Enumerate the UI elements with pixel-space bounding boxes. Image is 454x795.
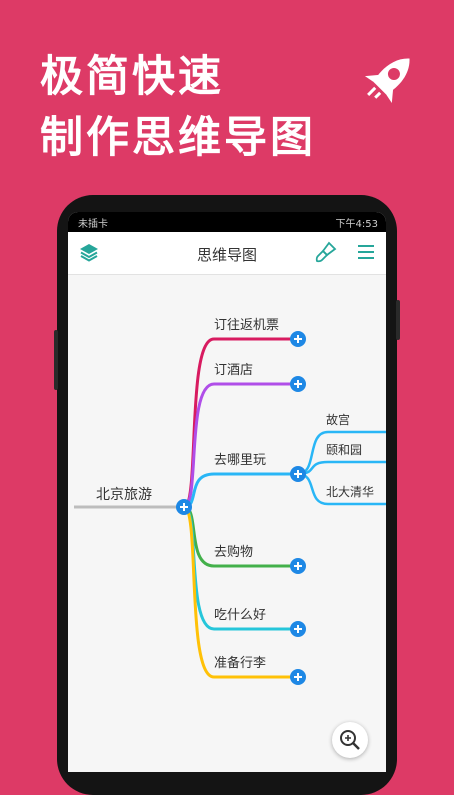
root-node-label[interactable]: 北京旅游 — [96, 487, 152, 503]
branch-node-label[interactable]: 去购物 — [214, 544, 253, 560]
branch-node-label[interactable]: 准备行李 — [214, 655, 266, 671]
child-branch-line — [297, 460, 386, 476]
clock: 下午4:53 — [335, 219, 378, 230]
add-child-button[interactable] — [290, 376, 306, 392]
child-node-label[interactable]: 颐和园 — [326, 443, 362, 457]
branch-line — [182, 505, 298, 679]
branch-line — [183, 382, 298, 509]
add-child-button[interactable] — [290, 558, 306, 574]
mindmap-canvas[interactable]: 北京旅游 订往返机票订酒店去哪里玩 故宫颐和园北大清华去购物吃什么好准备行李 — [68, 275, 386, 772]
status-bar: 未插卡 下午4:53 — [68, 212, 386, 232]
zoom-reset-button[interactable] — [332, 722, 368, 758]
app-title: 思维导图 — [196, 246, 257, 264]
menu-icon[interactable] — [355, 241, 377, 263]
add-child-button[interactable] — [290, 669, 306, 685]
promo-headline-line1: 极简快速 — [40, 52, 224, 102]
app-screen: 未插卡 下午4:53 思维导图 北京旅游 订往返机票订酒店去哪里玩 故宫颐和园北大清… — [68, 212, 386, 772]
branch-line — [183, 472, 298, 509]
add-child-button[interactable] — [290, 621, 306, 637]
promo-headline-line2: 制作思维导图 — [40, 113, 316, 163]
carrier-status: 未插卡 — [78, 219, 108, 230]
app-bar: 思维导图 — [68, 232, 386, 275]
child-node-label[interactable]: 故宫 — [326, 412, 350, 427]
root-add-button[interactable] — [176, 499, 192, 515]
branch-node-label[interactable]: 订酒店 — [214, 363, 253, 378]
add-child-button[interactable] — [290, 466, 306, 482]
zoom-reset-icon — [340, 730, 360, 750]
rocket-icon — [364, 58, 410, 104]
add-child-button[interactable] — [290, 331, 306, 347]
branch-node-label[interactable]: 吃什么好 — [214, 607, 266, 623]
branch-node-label[interactable]: 去哪里玩 — [214, 453, 266, 468]
phone-volume-button — [54, 330, 58, 390]
branch-node-label[interactable]: 订往返机票 — [214, 318, 279, 333]
phone-power-button — [396, 300, 400, 340]
child-node-label[interactable]: 北大清华 — [326, 485, 374, 499]
brush-icon[interactable] — [315, 241, 337, 263]
